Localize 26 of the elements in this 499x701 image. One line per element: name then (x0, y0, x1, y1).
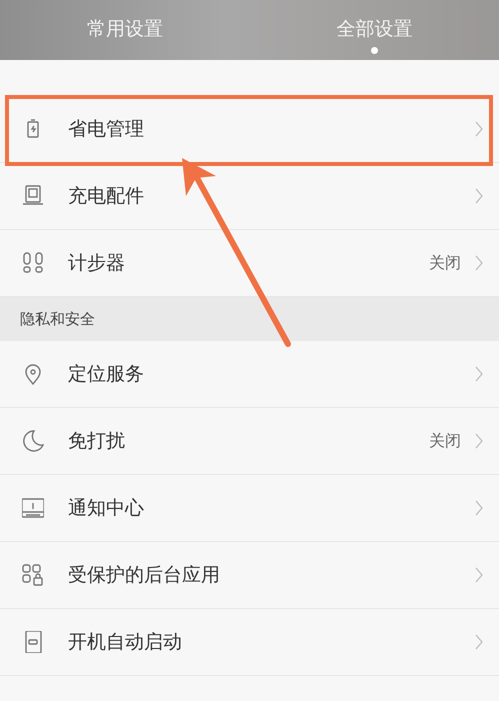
section-title: 隐私和安全 (20, 310, 95, 328)
chevron-icon (475, 634, 483, 650)
chevron-icon (475, 366, 483, 382)
chevron-icon (475, 567, 483, 583)
setting-icon (22, 252, 44, 274)
setting-label: 省电管理 (68, 117, 145, 142)
setting-icon (22, 185, 44, 207)
setting-label: 免打扰 (68, 429, 126, 454)
setting-icon (22, 430, 44, 452)
settings-row[interactable]: 省电管理 (0, 96, 499, 163)
chevron-icon (475, 255, 483, 271)
setting-label: 充电配件 (68, 184, 145, 209)
setting-label: 定位服务 (68, 362, 145, 387)
setting-value: 关闭 (429, 430, 461, 452)
setting-label: 开机自动启动 (68, 630, 183, 655)
chevron-icon (475, 121, 483, 137)
chevron-icon (475, 188, 483, 204)
setting-label: 通知中心 (68, 496, 145, 521)
chevron-icon (475, 433, 483, 449)
selected-dot (370, 47, 378, 54)
setting-value: 关闭 (429, 252, 461, 274)
setting-icon (22, 497, 44, 519)
setting-label: 受保护的后台应用 (68, 563, 221, 588)
setting-label: 计步器 (68, 251, 126, 276)
chevron-icon (475, 500, 483, 516)
setting-icon (22, 564, 44, 586)
